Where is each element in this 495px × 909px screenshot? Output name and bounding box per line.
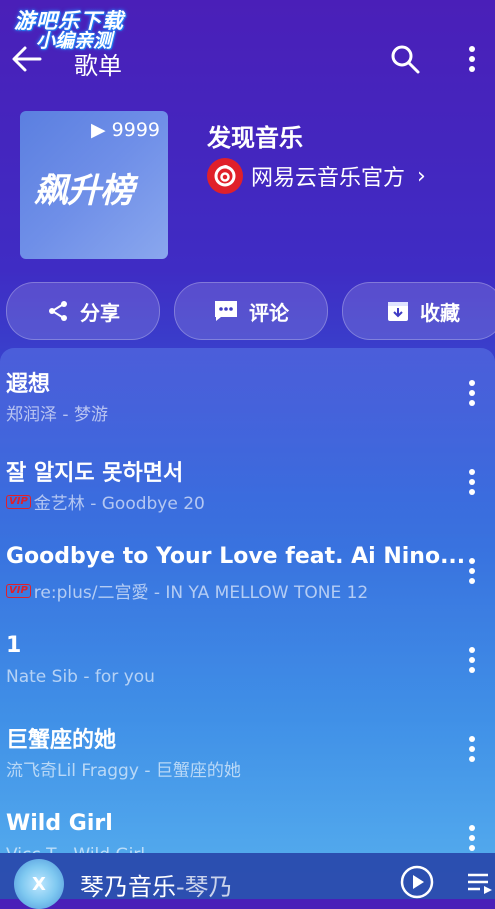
song-title: 巨蟹座的她 xyxy=(6,728,117,753)
more-options-icon[interactable] xyxy=(464,42,480,76)
song-row[interactable]: Goodbye to Your Love feat. Ai Nino... VI… xyxy=(0,526,495,615)
cover-title: 飙升榜 xyxy=(34,171,134,211)
song-meta: Nate Sib - for you xyxy=(6,667,155,687)
song-row[interactable]: 遐想 郑润泽 - 梦游 xyxy=(0,348,495,437)
playlist-queue-icon[interactable] xyxy=(466,869,494,897)
playlist-name: 发现音乐 xyxy=(207,124,303,152)
more-options-icon[interactable] xyxy=(464,821,480,853)
mini-player[interactable]: X 琴乃音乐-琴乃 xyxy=(0,853,495,909)
song-title: Goodbye to Your Love feat. Ai Nino... xyxy=(6,544,466,569)
comment-button[interactable]: 评论 xyxy=(174,282,328,340)
watermark-line2: 小编亲测 xyxy=(36,30,113,53)
search-icon[interactable] xyxy=(388,42,422,76)
song-meta: 流飞奇Lil Fraggy - 巨蟹座的她 xyxy=(6,756,241,781)
watermark: 游吧乐下载 小编亲测 xyxy=(14,10,124,52)
now-playing[interactable]: 琴乃音乐-琴乃 xyxy=(80,867,233,902)
song-title: 遐想 xyxy=(6,372,51,397)
play-icon[interactable] xyxy=(400,865,434,899)
collect-label: 收藏 xyxy=(420,300,460,325)
song-artist-album: re:plus/二宫愛 - IN YA MELLOW TONE 12 xyxy=(33,583,369,603)
more-options-icon[interactable] xyxy=(464,732,480,766)
song-title: 잘 알지도 못하면서 xyxy=(6,461,184,486)
collect-button[interactable]: 收藏 xyxy=(342,282,495,340)
album-disc[interactable]: X xyxy=(14,859,64,909)
more-options-icon[interactable] xyxy=(464,376,480,410)
song-row[interactable]: 잘 알지도 못하면서 VIP 金艺林 - Goodbye 20 xyxy=(0,437,495,526)
now-playing-title: 琴乃音乐 xyxy=(80,873,176,901)
collect-icon xyxy=(388,302,408,321)
share-button[interactable]: 分享 xyxy=(6,282,160,340)
song-meta: 郑润泽 - 梦游 xyxy=(6,400,108,425)
song-artist-album: 郑润泽 - 梦游 xyxy=(6,405,108,425)
song-list: 遐想 郑润泽 - 梦游 잘 알지도 못하면서 VIP 金艺林 - Goodbye … xyxy=(0,348,495,853)
share-icon xyxy=(49,301,67,321)
song-row[interactable]: 1 Nate Sib - for you xyxy=(0,615,495,704)
playlist-cover[interactable]: ▶ 9999 飙升榜 xyxy=(20,111,168,259)
song-artist-album: Nate Sib - for you xyxy=(6,667,155,687)
song-artist-album: 金艺林 - Goodbye 20 xyxy=(33,494,205,514)
more-options-icon[interactable] xyxy=(464,643,480,677)
song-meta: Vicc T - Wild Girl xyxy=(6,845,145,853)
disc-letter: X xyxy=(32,873,46,895)
more-options-icon[interactable] xyxy=(464,465,480,499)
netease-logo-icon xyxy=(207,158,243,194)
song-artist-album: 流飞奇Lil Fraggy - 巨蟹座的她 xyxy=(6,761,241,781)
song-meta: VIP 金艺林 - Goodbye 20 xyxy=(6,489,205,514)
chevron-right-icon: › xyxy=(417,163,426,189)
share-label: 分享 xyxy=(80,300,120,325)
vip-badge: VIP xyxy=(6,494,31,509)
song-meta: VIP re:plus/二宫愛 - IN YA MELLOW TONE 12 xyxy=(6,578,368,603)
song-artist-album: Vicc T - Wild Girl xyxy=(6,845,145,853)
now-playing-artist: -琴乃 xyxy=(176,873,233,901)
play-count: ▶ 9999 xyxy=(90,119,160,141)
action-bar: 分享 评论 收藏 xyxy=(0,282,495,340)
song-title: 1 xyxy=(6,633,22,658)
comment-icon xyxy=(215,301,237,321)
song-row[interactable]: Wild Girl Vicc T - Wild Girl xyxy=(0,793,495,853)
comment-label: 评论 xyxy=(249,300,289,325)
vip-badge: VIP xyxy=(6,583,31,598)
more-options-icon[interactable] xyxy=(464,554,480,588)
song-row[interactable]: 巨蟹座的她 流飞奇Lil Fraggy - 巨蟹座的她 xyxy=(0,704,495,793)
song-title: Wild Girl xyxy=(6,811,113,836)
creator-link[interactable]: 网易云音乐官方 › xyxy=(207,158,426,194)
play-count-value: 9999 xyxy=(111,119,160,141)
creator-name: 网易云音乐官方 xyxy=(251,166,406,191)
watermark-line1: 游吧乐下载 xyxy=(14,9,124,33)
